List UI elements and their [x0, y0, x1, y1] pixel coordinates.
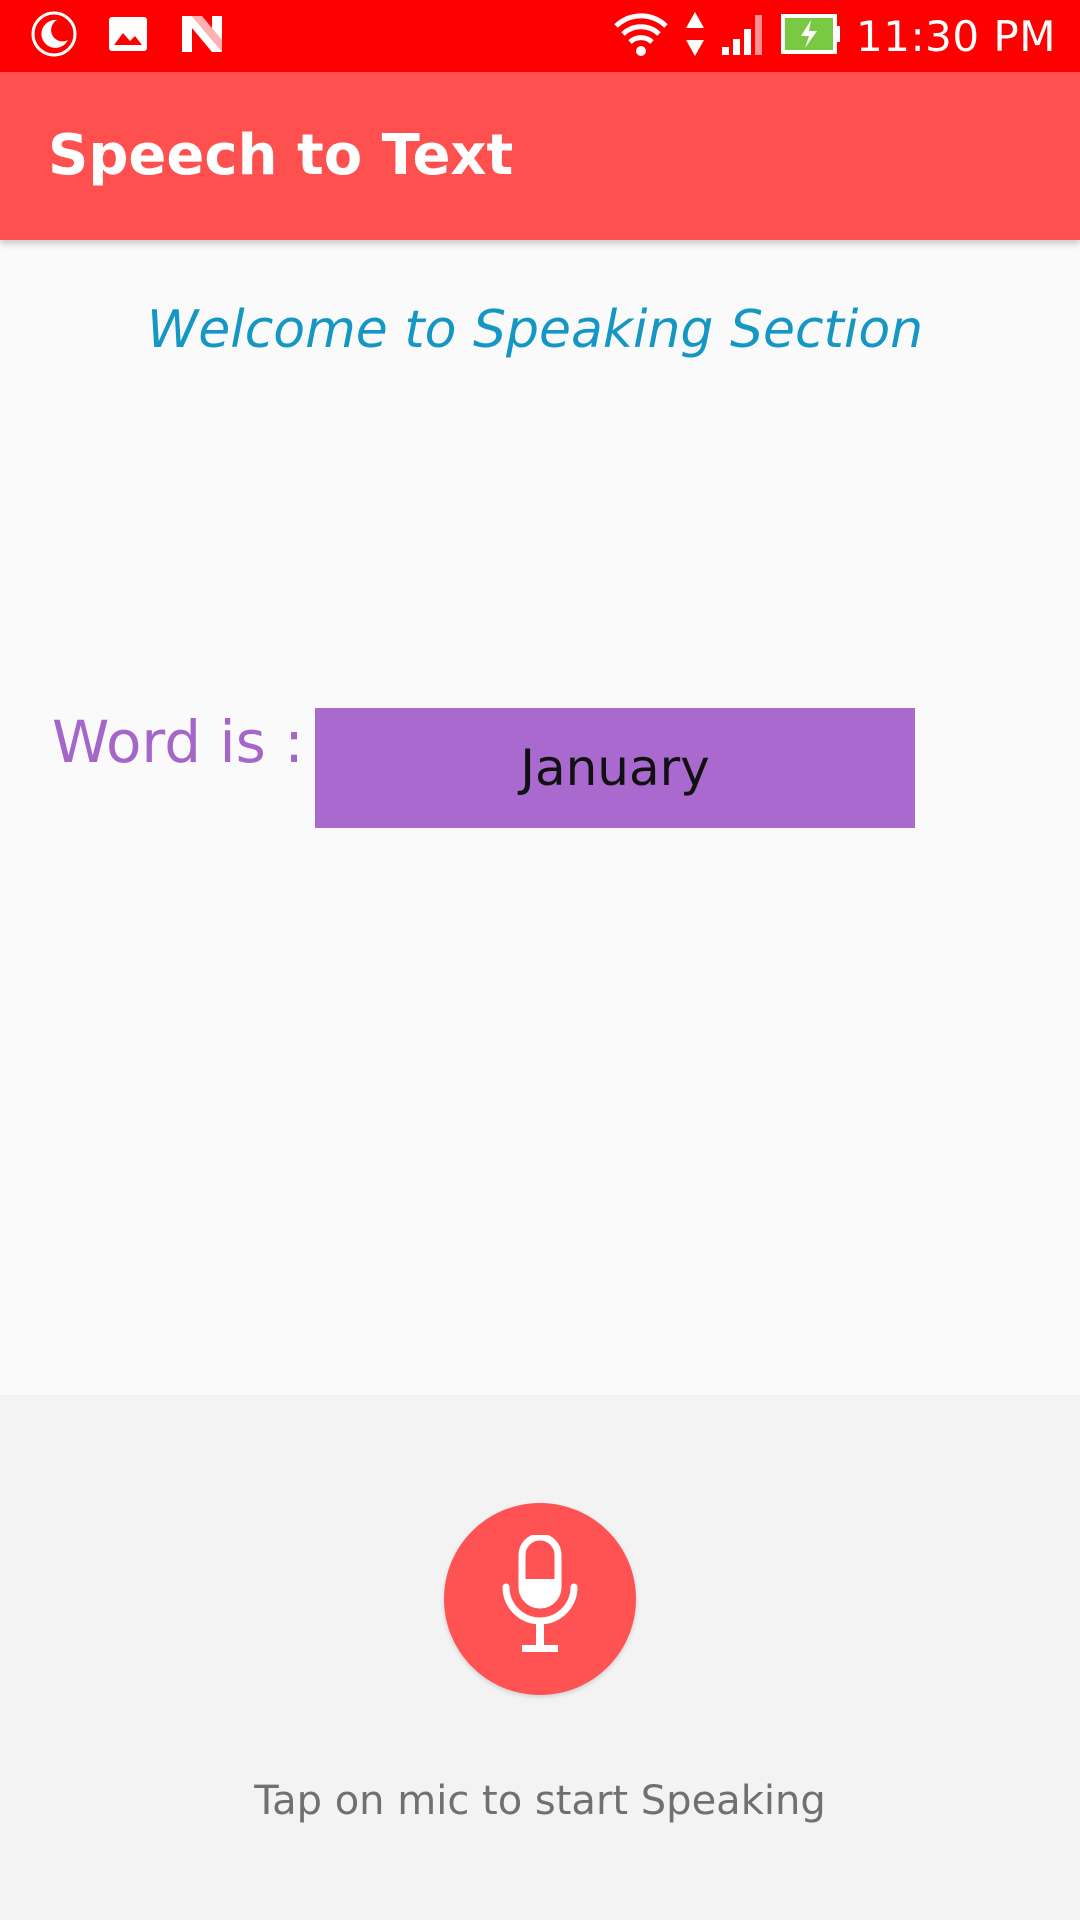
app-bar: Speech to Text: [0, 72, 1080, 240]
welcome-heading: Welcome to Speaking Section: [146, 300, 924, 360]
word-box: January: [315, 708, 915, 828]
microphone-icon: [492, 1533, 588, 1664]
data-arrows-icon: [684, 10, 706, 63]
status-bar-right: 11:30 PM: [612, 10, 1056, 62]
signal-icon: [720, 11, 766, 62]
status-time: 11:30 PM: [856, 11, 1056, 61]
battery-charging-icon: [780, 12, 842, 61]
tap-mic-hint: Tap on mic to start Speaking: [254, 1778, 826, 1824]
image-icon: [106, 12, 150, 61]
n-icon: [178, 12, 226, 61]
word-value: January: [520, 739, 710, 797]
app-title: Speech to Text: [48, 123, 514, 188]
wifi-icon: [612, 10, 670, 63]
status-bar: 11:30 PM: [0, 0, 1080, 72]
status-bar-left: [30, 10, 226, 62]
moon-icon: [30, 10, 78, 63]
mic-button[interactable]: [444, 1503, 636, 1695]
word-label: Word is :: [52, 708, 304, 776]
